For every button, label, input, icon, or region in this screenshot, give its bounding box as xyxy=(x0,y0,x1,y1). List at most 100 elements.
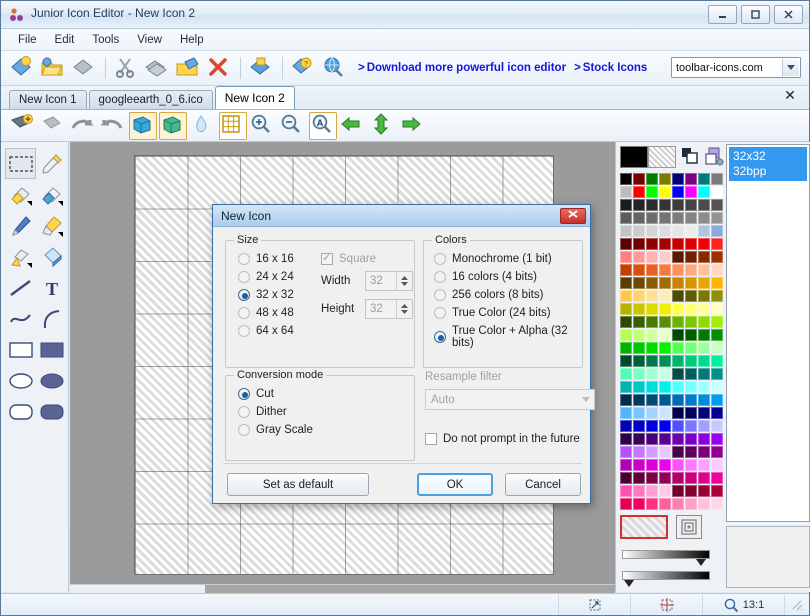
open-button[interactable] xyxy=(38,53,68,83)
color-swatch[interactable] xyxy=(659,251,671,263)
color-swatch[interactable] xyxy=(711,186,723,198)
stock-icons-link[interactable]: > Stock Icons xyxy=(574,62,647,74)
color-swatch[interactable] xyxy=(659,303,671,315)
color-swatch[interactable] xyxy=(685,394,697,406)
color-swatch[interactable] xyxy=(659,498,671,510)
move-vertical-button[interactable] xyxy=(369,112,397,140)
color-swatch[interactable] xyxy=(659,368,671,380)
color-swatch[interactable] xyxy=(698,199,710,211)
menu-edit[interactable]: Edit xyxy=(46,32,84,48)
color-dialog-icon[interactable] xyxy=(704,146,724,166)
color-swatch[interactable] xyxy=(646,199,658,211)
color-swatch[interactable] xyxy=(698,225,710,237)
color-swatch[interactable] xyxy=(672,342,684,354)
conversion-option-cut[interactable]: Cut xyxy=(238,388,313,400)
tool-ellipse[interactable] xyxy=(5,365,36,396)
color-swatch[interactable] xyxy=(646,303,658,315)
color-swatch[interactable] xyxy=(685,264,697,276)
color-swatch[interactable] xyxy=(659,433,671,445)
color-swatch[interactable] xyxy=(633,407,645,419)
color-swatch[interactable] xyxy=(698,355,710,367)
color-swatch[interactable] xyxy=(672,381,684,393)
color-swatch[interactable] xyxy=(620,420,632,432)
color-swatch[interactable] xyxy=(672,394,684,406)
radio-icon[interactable] xyxy=(238,424,250,436)
color-swatch[interactable] xyxy=(711,277,723,289)
color-swatch[interactable] xyxy=(633,238,645,250)
tool-rounded-rect[interactable] xyxy=(5,396,36,427)
checkbox-icon-checked[interactable] xyxy=(321,251,333,265)
color-option-truecolor-alpha[interactable]: True Color + Alpha (32 bits) xyxy=(434,325,582,349)
copy-button[interactable] xyxy=(142,53,172,83)
color-swatch[interactable] xyxy=(672,472,684,484)
image-size-list[interactable]: 32x32 32bpp xyxy=(726,144,810,522)
color-swatch[interactable] xyxy=(685,485,697,497)
status-zoom[interactable]: 13:1 xyxy=(703,594,785,615)
color-swatch[interactable] xyxy=(685,173,697,185)
tab-new-icon-2[interactable]: New Icon 2 xyxy=(214,86,295,109)
radio-icon-selected[interactable] xyxy=(238,388,250,400)
color-option-256[interactable]: 256 colors (8 bits) xyxy=(434,289,582,301)
color-swatch[interactable] xyxy=(698,316,710,328)
color-swatch[interactable] xyxy=(672,420,684,432)
tool-ellipse-filled[interactable] xyxy=(36,365,67,396)
color-swatch[interactable] xyxy=(633,446,645,458)
size-option-16[interactable]: 16 x 16 xyxy=(238,253,294,265)
zoom-text-button[interactable]: A xyxy=(309,111,337,140)
color-swatch[interactable] xyxy=(672,446,684,458)
slider-handle-1[interactable] xyxy=(696,559,706,566)
radio-icon[interactable] xyxy=(238,406,250,418)
size-option-64[interactable]: 64 x 64 xyxy=(238,325,294,337)
tool-eraser-blue[interactable] xyxy=(36,179,67,210)
color-swatch[interactable] xyxy=(646,420,658,432)
color-swatch[interactable] xyxy=(646,459,658,471)
color-swatch[interactable] xyxy=(620,212,632,224)
color-swatch[interactable] xyxy=(698,186,710,198)
color-swatch[interactable] xyxy=(659,394,671,406)
color-swatch[interactable] xyxy=(711,433,723,445)
color-swatch[interactable] xyxy=(633,264,645,276)
color-swatch[interactable] xyxy=(620,316,632,328)
water-drop-button[interactable] xyxy=(189,112,217,140)
color-swatch[interactable] xyxy=(698,446,710,458)
color-swatch[interactable] xyxy=(646,407,658,419)
radio-icon[interactable] xyxy=(238,307,250,319)
color-swatch[interactable] xyxy=(659,290,671,302)
radio-icon[interactable] xyxy=(434,271,446,283)
color-swatch[interactable] xyxy=(620,394,632,406)
color-swatch[interactable] xyxy=(620,264,632,276)
color-swatch[interactable] xyxy=(633,212,645,224)
tool-line[interactable] xyxy=(5,272,36,303)
tool-rounded-rect-filled[interactable] xyxy=(36,396,67,427)
color-swatch[interactable] xyxy=(620,186,632,198)
color-swatch[interactable] xyxy=(646,212,658,224)
color-swatch[interactable] xyxy=(633,277,645,289)
color-swatch[interactable] xyxy=(672,329,684,341)
color-swatch[interactable] xyxy=(672,251,684,263)
color-swatch[interactable] xyxy=(711,368,723,380)
color-swatch[interactable] xyxy=(659,342,671,354)
color-swatch[interactable] xyxy=(711,290,723,302)
color-swatch[interactable] xyxy=(646,342,658,354)
radio-icon-selected[interactable] xyxy=(434,331,446,343)
tool-arc[interactable] xyxy=(36,303,67,334)
radio-icon[interactable] xyxy=(434,307,446,319)
color-swatch[interactable] xyxy=(620,498,632,510)
brightness-slider-1[interactable] xyxy=(622,550,710,559)
color-swatch[interactable] xyxy=(633,316,645,328)
color-swatch[interactable] xyxy=(711,355,723,367)
color-swatch[interactable] xyxy=(659,472,671,484)
color-swatch[interactable] xyxy=(659,173,671,185)
color-swatch[interactable] xyxy=(659,238,671,250)
tool-curve[interactable] xyxy=(5,303,36,334)
color-swatch[interactable] xyxy=(646,329,658,341)
color-swatch[interactable] xyxy=(659,316,671,328)
new-icon-button[interactable] xyxy=(7,53,37,83)
color-swatch[interactable] xyxy=(672,355,684,367)
download-editor-link[interactable]: > Download more powerful icon editor xyxy=(358,62,566,74)
resize-grip[interactable] xyxy=(785,595,809,615)
height-stepper[interactable]: 32 xyxy=(365,299,413,319)
color-palette-grid[interactable] xyxy=(618,171,724,512)
color-swatch[interactable] xyxy=(685,368,697,380)
color-swatch[interactable] xyxy=(698,303,710,315)
